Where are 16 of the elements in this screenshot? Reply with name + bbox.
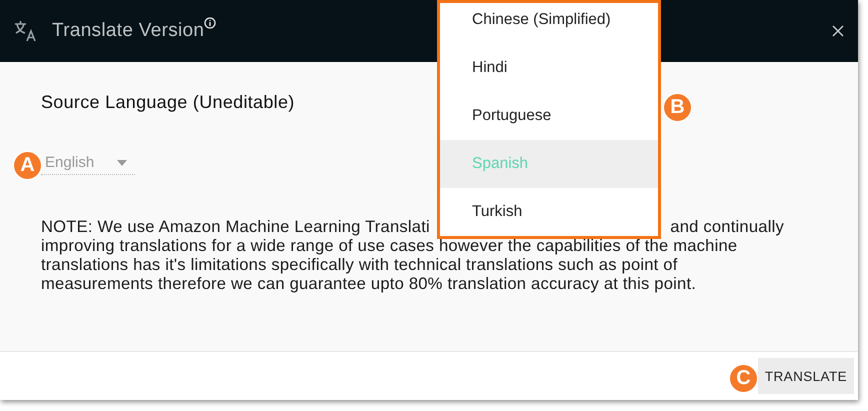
translate-button[interactable]: TRANSLATE bbox=[758, 358, 854, 394]
window-title: Translate Version bbox=[52, 20, 204, 42]
translate-icon bbox=[14, 20, 38, 42]
section-heading: Source Language (Uneditable) bbox=[41, 92, 295, 113]
info-icon bbox=[204, 17, 216, 29]
language-option[interactable]: Turkish bbox=[440, 188, 658, 236]
note-text: translations has it's limitations specifically with technical translations such as point of bbox=[41, 255, 678, 274]
language-option[interactable]: Hindi bbox=[440, 44, 658, 92]
note-text: NOTE: We use Amazon Machine Learning Translati bbox=[41, 217, 430, 236]
caret-icon bbox=[117, 160, 127, 166]
note-text: measurements therefore we can guarantee upto 80% translation accuracy at this point. bbox=[41, 274, 696, 293]
language-option[interactable]: Chinese (Simplified) bbox=[440, 3, 658, 44]
note-text: and continually bbox=[670, 217, 784, 236]
note-text: improving translations for a wide range of use cases however the capabilities of the machine bbox=[41, 236, 738, 255]
close-icon[interactable] bbox=[832, 25, 844, 37]
language-option[interactable]: Portuguese bbox=[440, 92, 658, 140]
